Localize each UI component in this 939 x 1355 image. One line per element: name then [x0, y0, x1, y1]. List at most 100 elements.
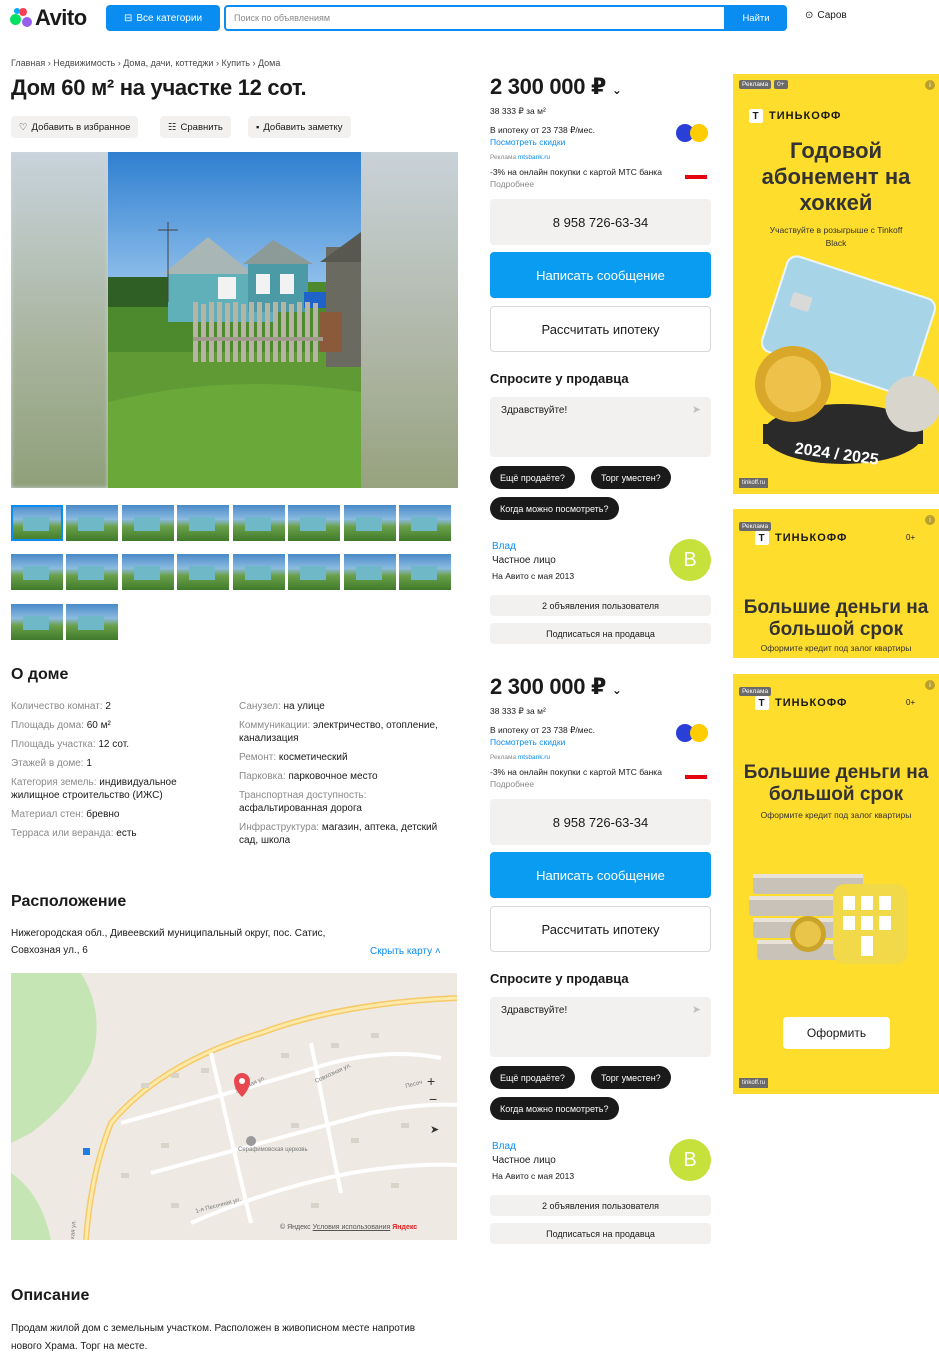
phone-button[interactable]: 8 958 726-63-34: [490, 799, 711, 845]
quick-reply-chip[interactable]: Ещё продаёте?: [490, 1066, 575, 1089]
breadcrumb-item[interactable]: Купить: [221, 58, 249, 68]
info-icon[interactable]: i: [925, 680, 935, 690]
tinkoff-ad-loan-large[interactable]: Реклама i T ТИНЬКОФФ 0+ Большие деньги на…: [733, 674, 939, 1094]
thumbnail[interactable]: [344, 554, 396, 590]
price: 2 300 000 ₽ ⌄: [490, 674, 622, 699]
compare-icon: ☷: [168, 121, 177, 133]
quick-reply-chip[interactable]: Торг уместен?: [591, 1066, 671, 1089]
thumbnail[interactable]: [344, 505, 396, 541]
ad-subtext: Оформите кредит под залог квартиры: [760, 643, 912, 653]
thumbnail[interactable]: [233, 554, 285, 590]
prop-house-area: Площадь дома: 60 м²: [11, 720, 111, 731]
subscribe-button[interactable]: Подписаться на продавца: [490, 623, 711, 644]
price: 2 300 000 ₽ ⌄: [490, 74, 622, 99]
quick-reply-chip[interactable]: Когда можно посмотреть?: [490, 1097, 619, 1120]
thumbnail[interactable]: [288, 505, 340, 541]
search-button[interactable]: Найти: [725, 5, 787, 31]
ask-seller-heading: Спросите у продавца: [490, 371, 629, 386]
prop-infrastructure: Инфраструктура: магазин, аптека, детский…: [239, 822, 438, 846]
quick-reply-chip[interactable]: Ещё продаёте?: [490, 466, 575, 489]
thumbnail[interactable]: [122, 554, 174, 590]
thumbnail[interactable]: [399, 505, 451, 541]
age-rating: 0+: [906, 533, 916, 542]
ad-url[interactable]: tinkoff.ru: [739, 478, 768, 488]
main-photo[interactable]: [11, 152, 458, 488]
location-selector[interactable]: ⊙ Саров: [805, 10, 847, 21]
tinkoff-brand: T ТИНЬКОФФ: [749, 109, 841, 123]
map-terms-link[interactable]: Условия использования: [313, 1224, 391, 1231]
geolocation-icon[interactable]: ➤: [430, 1123, 439, 1136]
seller-name[interactable]: Влад: [492, 541, 516, 552]
avito-logo[interactable]: Avito: [10, 5, 87, 31]
ad-subtext: Оформите кредит под залог квартиры: [760, 810, 912, 820]
message-input[interactable]: Здравствуйте! ➤: [490, 997, 711, 1057]
compare-button[interactable]: ☷ Сравнить: [160, 116, 231, 138]
chevron-down-icon[interactable]: ⌄: [612, 83, 622, 97]
ad-url[interactable]: tinkoff.ru: [739, 1078, 768, 1088]
add-to-favorites-button[interactable]: ♡ Добавить в избранное: [11, 116, 139, 138]
phone-button[interactable]: 8 958 726-63-34: [490, 199, 711, 245]
about-heading: О доме: [11, 666, 69, 683]
thumbnail[interactable]: [66, 554, 118, 590]
send-icon[interactable]: ➤: [692, 1003, 701, 1016]
user-ads-button[interactable]: 2 объявления пользователя: [490, 595, 711, 616]
address: Нижегородская обл., Дивеевский муниципал…: [11, 928, 326, 956]
zoom-in-button[interactable]: +: [427, 1073, 435, 1089]
breadcrumb-item[interactable]: Дома: [258, 58, 280, 68]
ad-headline: Большие деньги на большой срок: [743, 762, 929, 805]
photo-blur-left: [11, 152, 108, 488]
tinkoff-logo-icon: T: [755, 531, 769, 545]
write-message-button[interactable]: Написать сообщение: [490, 852, 711, 898]
avatar[interactable]: В: [669, 1139, 711, 1181]
prop-renovation: Ремонт: косметический: [239, 752, 348, 763]
quick-reply-chip[interactable]: Торг уместен?: [591, 466, 671, 489]
prop-wall-material: Материал стен: бревно: [11, 809, 120, 820]
zoom-out-button[interactable]: −: [429, 1091, 437, 1107]
message-input[interactable]: Здравствуйте! ➤: [490, 397, 711, 457]
bank-logos-icon: [676, 124, 710, 142]
breadcrumb-item[interactable]: Недвижимость: [53, 58, 115, 68]
subscribe-button[interactable]: Подписаться на продавца: [490, 1223, 711, 1244]
location-map[interactable]: Серафимовская церковь Зелёная ул. Совхоз…: [11, 973, 457, 1240]
user-ads-button[interactable]: 2 объявления пользователя: [490, 1195, 711, 1216]
tinkoff-ad-hockey[interactable]: Реклама 0+ i T ТИНЬКОФФ Годовой абонемент …: [733, 74, 939, 494]
thumbnail[interactable]: [66, 505, 118, 541]
prop-land-area: Площадь участка: 12 сот.: [11, 739, 129, 750]
thumbnail[interactable]: [11, 604, 63, 640]
tinkoff-ad-loan[interactable]: Реклама i T ТИНЬКОФФ 0+ Большие деньги на…: [733, 509, 939, 658]
thumbnail[interactable]: [399, 554, 451, 590]
thumbnail[interactable]: [288, 554, 340, 590]
seller-name[interactable]: Влад: [492, 1141, 516, 1152]
calc-mortgage-button[interactable]: Рассчитать ипотеку: [490, 306, 711, 352]
breadcrumb-item[interactable]: Главная: [11, 58, 45, 68]
about-right-column: Санузел: на улице Коммуникации: электрич…: [239, 700, 444, 853]
calc-mortgage-button[interactable]: Рассчитать ипотеку: [490, 906, 711, 952]
send-icon[interactable]: ➤: [692, 403, 701, 416]
add-note-button[interactable]: ▪ Добавить заметку: [248, 116, 351, 138]
apply-button[interactable]: Оформить: [783, 1017, 890, 1049]
search-input[interactable]: Поиск по объявлениям: [224, 5, 726, 31]
ad-subtext: Участвуйте в розыгрыше с Tinkoff Black: [769, 225, 903, 248]
info-icon[interactable]: i: [925, 515, 935, 525]
thumbnail[interactable]: [233, 505, 285, 541]
age-rating: 0+: [906, 698, 916, 707]
thumbnail[interactable]: [66, 604, 118, 640]
write-message-button[interactable]: Написать сообщение: [490, 252, 711, 298]
avito-logo-icon: [10, 8, 32, 28]
page-title: Дом 60 м² на участке 12 сот.: [11, 75, 307, 100]
breadcrumb-item[interactable]: Дома, дачи, коттеджи: [123, 58, 213, 68]
chevron-up-icon: ˄: [432, 946, 441, 957]
thumbnail[interactable]: [177, 505, 229, 541]
discounts-link[interactable]: Посмотреть скидки: [490, 737, 565, 747]
thumbnail[interactable]: [177, 554, 229, 590]
thumbnail[interactable]: [11, 554, 63, 590]
thumbnail[interactable]: [122, 505, 174, 541]
hide-map-link[interactable]: Скрыть карту ˄: [370, 946, 441, 957]
chevron-down-icon[interactable]: ⌄: [612, 683, 622, 697]
all-categories-button[interactable]: ⊟ Все категории: [106, 5, 220, 31]
quick-reply-chip[interactable]: Когда можно посмотреть?: [490, 497, 619, 520]
thumbnail[interactable]: [11, 505, 63, 541]
avatar[interactable]: В: [669, 539, 711, 581]
discounts-link[interactable]: Посмотреть скидки: [490, 137, 565, 147]
info-icon[interactable]: i: [925, 80, 935, 90]
